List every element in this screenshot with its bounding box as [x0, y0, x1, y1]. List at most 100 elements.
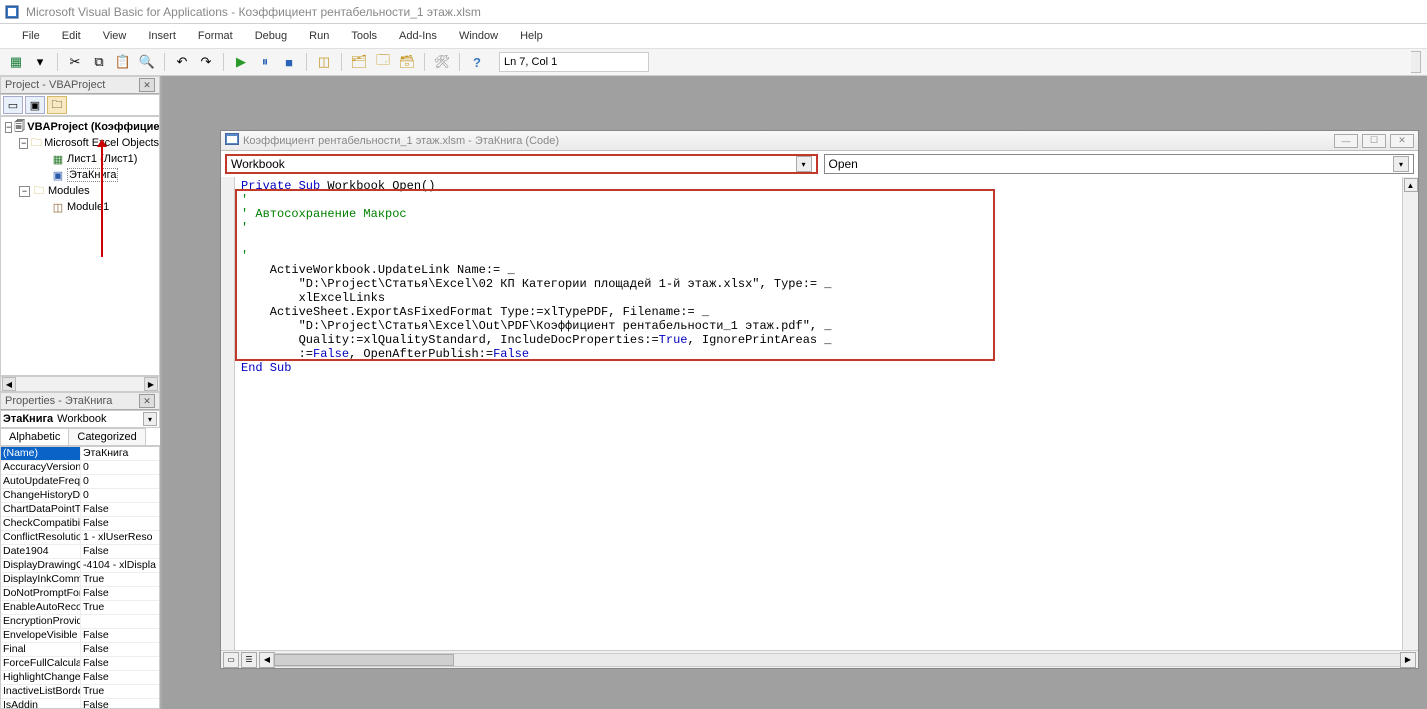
- tree-node-excel-objects[interactable]: − 🗀 Microsoft Excel Objects: [1, 135, 159, 151]
- scroll-left-icon[interactable]: ◀: [2, 377, 16, 391]
- property-value[interactable]: False: [81, 545, 159, 558]
- menu-addins[interactable]: Add-Ins: [389, 27, 447, 45]
- property-row[interactable]: ForceFullCalculationFalse: [1, 657, 159, 671]
- object-browser-icon[interactable]: 🗃: [397, 52, 417, 72]
- properties-grid[interactable]: (Name)ЭтаКнигаAccuracyVersion0AutoUpdate…: [0, 446, 160, 709]
- tab-categorized[interactable]: Categorized: [68, 428, 145, 445]
- menu-help[interactable]: Help: [510, 27, 553, 45]
- design-mode-icon[interactable]: ◫: [314, 52, 334, 72]
- tree-hscroll[interactable]: ◀ ▶: [0, 376, 160, 392]
- menu-view[interactable]: View: [93, 27, 137, 45]
- property-row[interactable]: EncryptionProvider: [1, 615, 159, 629]
- code-hscroll[interactable]: ▭ ☰ ◀ ▶: [221, 650, 1418, 668]
- property-value[interactable]: True: [81, 685, 159, 698]
- run-icon[interactable]: ▶: [231, 52, 251, 72]
- property-row[interactable]: DoNotPromptForConvertFalse: [1, 587, 159, 601]
- scroll-right-icon[interactable]: ▶: [1400, 652, 1416, 668]
- minimize-icon[interactable]: —: [1334, 134, 1358, 148]
- close-icon[interactable]: ✕: [1390, 134, 1414, 148]
- view-code-icon[interactable]: ▭: [3, 96, 23, 114]
- menu-edit[interactable]: Edit: [52, 27, 91, 45]
- code-window-title-bar[interactable]: Коэффициент рентабельности_1 этаж.xlsm -…: [221, 131, 1418, 151]
- menu-run[interactable]: Run: [299, 27, 339, 45]
- properties-icon[interactable]: 🗔: [373, 52, 393, 72]
- property-value[interactable]: False: [81, 643, 159, 656]
- tree-node-project[interactable]: − 🗐 VBAProject (Коэффицие: [1, 119, 159, 135]
- chevron-down-icon[interactable]: ▾: [796, 156, 812, 172]
- property-value[interactable]: False: [81, 587, 159, 600]
- property-row[interactable]: DisplayInkCommentsTrue: [1, 573, 159, 587]
- menu-format[interactable]: Format: [188, 27, 243, 45]
- code-text-area[interactable]: Private Sub Workbook_Open() ' ' Автосохр…: [235, 177, 1402, 650]
- cut-icon[interactable]: ✂: [65, 52, 85, 72]
- procedure-view-icon[interactable]: ▭: [223, 652, 239, 668]
- property-value[interactable]: False: [81, 699, 159, 709]
- property-value[interactable]: False: [81, 503, 159, 516]
- code-editor[interactable]: Private Sub Workbook_Open() ' ' Автосохр…: [221, 177, 1418, 668]
- paste-icon[interactable]: 📋: [113, 52, 133, 72]
- property-value[interactable]: False: [81, 629, 159, 642]
- code-vscroll[interactable]: ▲: [1402, 177, 1418, 650]
- collapse-icon[interactable]: −: [5, 122, 12, 133]
- collapse-icon[interactable]: −: [19, 138, 28, 149]
- properties-object-selector[interactable]: ЭтаКнигаWorkbook ▾: [0, 410, 160, 428]
- property-value[interactable]: 1 - xlUserReso: [81, 531, 159, 544]
- property-row[interactable]: AutoUpdateFrequency0: [1, 475, 159, 489]
- scroll-up-icon[interactable]: ▲: [1404, 178, 1418, 192]
- property-value[interactable]: True: [81, 601, 159, 614]
- menu-debug[interactable]: Debug: [245, 27, 297, 45]
- menu-file[interactable]: File: [12, 27, 50, 45]
- property-value[interactable]: ЭтаКнига: [81, 447, 159, 460]
- stop-icon[interactable]: ■: [279, 52, 299, 72]
- find-icon[interactable]: 🔍: [137, 52, 157, 72]
- property-row[interactable]: EnableAutoRecoverTrue: [1, 601, 159, 615]
- toggle-folders-icon[interactable]: 🗀: [47, 96, 67, 114]
- project-explorer-icon[interactable]: 🗂: [349, 52, 369, 72]
- property-row[interactable]: IsAddinFalse: [1, 699, 159, 709]
- tab-alphabetic[interactable]: Alphabetic: [0, 428, 69, 445]
- property-row[interactable]: AccuracyVersion0: [1, 461, 159, 475]
- property-value[interactable]: False: [81, 671, 159, 684]
- help-icon[interactable]: ?: [467, 52, 487, 72]
- full-module-view-icon[interactable]: ☰: [241, 652, 257, 668]
- undo-icon[interactable]: ↶: [172, 52, 192, 72]
- property-row[interactable]: FinalFalse: [1, 643, 159, 657]
- property-value[interactable]: 0: [81, 475, 159, 488]
- property-row[interactable]: EnvelopeVisibleFalse: [1, 629, 159, 643]
- close-icon[interactable]: ✕: [139, 394, 155, 408]
- property-value[interactable]: True: [81, 573, 159, 586]
- property-value[interactable]: -4104 - xlDispla: [81, 559, 159, 572]
- menu-tools[interactable]: Tools: [341, 27, 387, 45]
- property-value[interactable]: [81, 615, 159, 628]
- tree-node-modules[interactable]: − 🗀 Modules: [1, 183, 159, 199]
- property-row[interactable]: ConflictResolution1 - xlUserReso: [1, 531, 159, 545]
- tree-node-sheet1[interactable]: ▦ Лист1 (Лист1): [1, 151, 159, 167]
- view-object-icon[interactable]: ▣: [25, 96, 45, 114]
- property-row[interactable]: (Name)ЭтаКнига: [1, 447, 159, 461]
- excel-view-icon[interactable]: ▦: [6, 52, 26, 72]
- property-row[interactable]: Date1904False: [1, 545, 159, 559]
- hscroll-thumb[interactable]: [274, 654, 454, 666]
- property-value[interactable]: False: [81, 517, 159, 530]
- project-tree[interactable]: − 🗐 VBAProject (Коэффицие − 🗀 Microsoft …: [0, 116, 160, 376]
- chevron-down-icon[interactable]: ▾: [1393, 156, 1409, 172]
- property-value[interactable]: False: [81, 657, 159, 670]
- property-row[interactable]: CheckCompatibilityFalse: [1, 517, 159, 531]
- toolbox-icon[interactable]: 🛠: [432, 52, 452, 72]
- property-value[interactable]: 0: [81, 461, 159, 474]
- object-dropdown[interactable]: Workbook ▾: [225, 154, 818, 174]
- scroll-right-icon[interactable]: ▶: [144, 377, 158, 391]
- property-value[interactable]: 0: [81, 489, 159, 502]
- copy-icon[interactable]: ⧉: [89, 52, 109, 72]
- pause-icon[interactable]: ⏸: [255, 52, 275, 72]
- redo-icon[interactable]: ↷: [196, 52, 216, 72]
- maximize-icon[interactable]: ☐: [1362, 134, 1386, 148]
- tree-node-thisworkbook[interactable]: ▣ ЭтаКнига: [1, 167, 159, 183]
- chevron-down-icon[interactable]: ▾: [143, 412, 157, 426]
- property-row[interactable]: DisplayDrawingObjects-4104 - xlDispla: [1, 559, 159, 573]
- procedure-dropdown[interactable]: Open ▾: [824, 154, 1415, 174]
- close-icon[interactable]: ✕: [139, 78, 155, 92]
- property-row[interactable]: HighlightChangesOnScreenFalse: [1, 671, 159, 685]
- dropdown-icon[interactable]: ▾: [30, 52, 50, 72]
- collapse-icon[interactable]: −: [19, 186, 30, 197]
